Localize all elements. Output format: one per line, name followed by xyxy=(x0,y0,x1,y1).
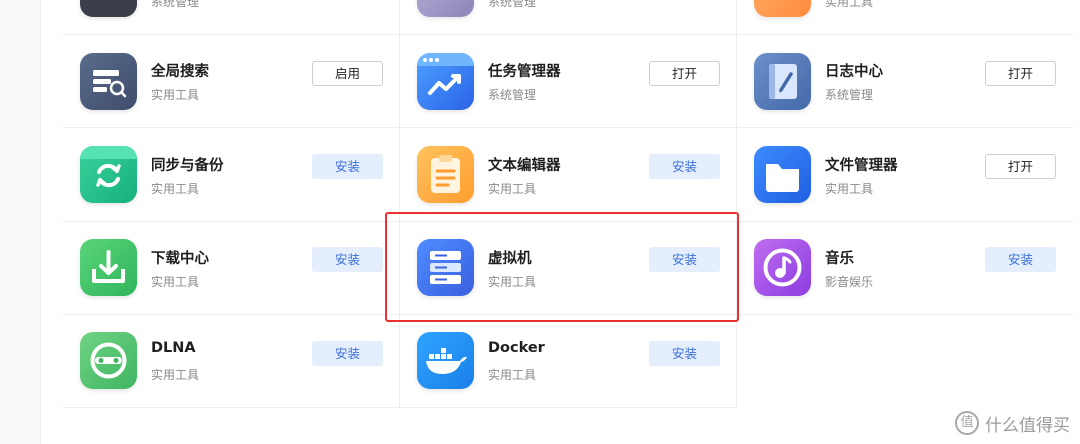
app-icon-partial xyxy=(417,0,474,17)
app-category: 系统管理 xyxy=(488,0,537,9)
app-category: 系统管理 xyxy=(151,0,200,9)
app-category: 实用工具 xyxy=(488,368,537,382)
top-app-2[interactable] xyxy=(417,0,474,17)
install-button[interactable]: 安装 xyxy=(312,341,383,366)
app-name: 音乐 xyxy=(825,251,854,267)
app-category: 实用工具 xyxy=(151,88,200,102)
row-divider xyxy=(63,127,1073,128)
app-category: 系统管理 xyxy=(825,88,874,102)
app-category: 实用工具 xyxy=(825,182,874,196)
app-category: 影音娱乐 xyxy=(825,275,874,289)
open-button[interactable]: 打开 xyxy=(985,61,1056,86)
install-button[interactable]: 安装 xyxy=(312,154,383,179)
app-name: 任务管理器 xyxy=(488,64,561,80)
app-name: 文件管理器 xyxy=(825,158,898,174)
music-note-icon[interactable] xyxy=(754,239,811,296)
clipboard-text-icon[interactable] xyxy=(417,146,474,203)
install-button[interactable]: 安装 xyxy=(985,247,1056,272)
install-button[interactable]: 安装 xyxy=(649,154,720,179)
column-divider xyxy=(736,0,737,408)
sync-folder-icon[interactable] xyxy=(80,146,137,203)
watermark-text: 什么值得买 xyxy=(985,415,1070,436)
top-app-1[interactable] xyxy=(80,0,137,17)
docker-whale-icon[interactable] xyxy=(417,332,474,389)
app-category: 实用工具 xyxy=(151,368,200,382)
app-category: 实用工具 xyxy=(151,182,200,196)
app-name: 全局搜索 xyxy=(151,64,209,80)
app-name: 同步与备份 xyxy=(151,158,224,174)
watermark: 值 什么值得买 xyxy=(955,410,1070,436)
highlight-box xyxy=(385,212,739,322)
column-divider xyxy=(399,0,400,408)
open-button[interactable]: 打开 xyxy=(985,154,1056,179)
app-name: 下载中心 xyxy=(151,251,209,267)
app-icon-partial xyxy=(754,0,811,17)
app-category: 实用工具 xyxy=(151,275,200,289)
app-category: 实用工具 xyxy=(488,182,537,196)
app-grid: 系统管理 系统管理 实用工具 全局搜索 实用工具 启用 任务管理器 系统管理 打 xyxy=(63,0,1075,408)
watermark-badge: 值 xyxy=(955,411,979,435)
open-button[interactable]: 打开 xyxy=(649,61,720,86)
app-icon-partial xyxy=(80,0,137,17)
top-app-3[interactable] xyxy=(754,0,811,17)
notebook-pen-icon[interactable] xyxy=(754,53,811,110)
enable-button[interactable]: 启用 xyxy=(312,61,383,86)
app-name: DLNA xyxy=(151,340,196,356)
dlna-icon[interactable] xyxy=(80,332,137,389)
download-tray-icon[interactable] xyxy=(80,239,137,296)
chart-window-icon[interactable] xyxy=(417,53,474,110)
search-list-icon[interactable] xyxy=(80,53,137,110)
app-name: 文本编辑器 xyxy=(488,158,561,174)
install-button[interactable]: 安装 xyxy=(649,341,720,366)
app-name: Docker xyxy=(488,340,545,356)
folder-icon[interactable] xyxy=(754,146,811,203)
app-category: 系统管理 xyxy=(488,88,537,102)
row-divider xyxy=(63,34,1073,35)
install-button[interactable]: 安装 xyxy=(312,247,383,272)
left-rail xyxy=(0,0,41,444)
app-category: 实用工具 xyxy=(825,0,874,9)
row-divider xyxy=(63,407,737,408)
app-name: 日志中心 xyxy=(825,64,883,80)
